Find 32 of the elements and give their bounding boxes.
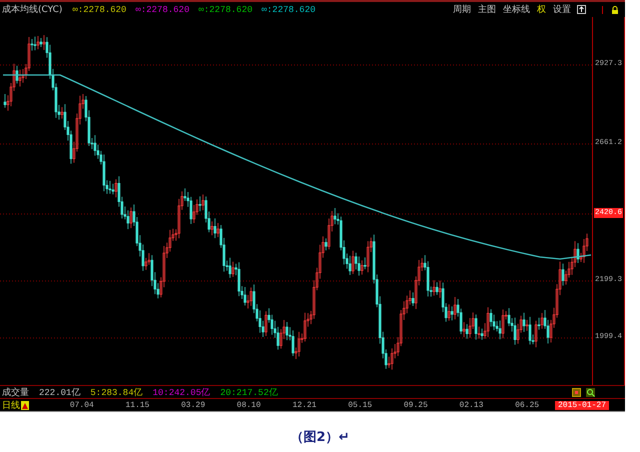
figure-caption: （图2）↵ xyxy=(290,429,350,446)
toolbar-button[interactable]: 坐标线 xyxy=(503,3,530,16)
toolbar-button[interactable]: 周期 xyxy=(453,3,471,16)
indicator-title: 成本均线(CYC) xyxy=(2,4,62,16)
axis-label: 09.25 xyxy=(404,400,428,410)
axis-label: 03.29 xyxy=(181,400,206,410)
axis-label: 12.21 xyxy=(292,400,316,410)
current-date-label: 2015-01-27 xyxy=(554,400,609,410)
axis-label: 08.10 xyxy=(236,400,261,410)
toolbar-button[interactable]: 权 xyxy=(537,3,546,16)
square-icon[interactable] xyxy=(572,388,581,396)
axis-label: 07.04 xyxy=(70,400,94,410)
zoom-icon[interactable] xyxy=(586,388,595,396)
lock-icon[interactable] xyxy=(602,6,619,14)
triangle-icon[interactable] xyxy=(21,400,29,410)
axis-label: 05.15 xyxy=(348,400,372,410)
period-button[interactable]: 日线 xyxy=(2,398,20,412)
volume-value: 222.01亿 xyxy=(39,386,80,398)
volume-title: 成交量 xyxy=(2,386,29,398)
volume-value: 10:242.05亿 xyxy=(152,386,210,398)
volume-value: 5:283.84亿 xyxy=(90,386,143,398)
volume-value: 20:217.52亿 xyxy=(220,386,278,398)
axis-label: 06.25 xyxy=(515,400,540,410)
arrow-up-icon[interactable] xyxy=(577,5,586,14)
toolbar-button[interactable]: 设置 xyxy=(553,3,571,16)
axis-label: 11.15 xyxy=(125,400,150,410)
legend-value: ∞:2278.620 xyxy=(198,4,252,14)
toolbar-button[interactable]: 主图 xyxy=(478,3,496,16)
legend-value: ∞:2278.620 xyxy=(135,4,190,14)
legend-value: ∞:2278.620 xyxy=(72,4,126,14)
legend-value: ∞:2278.620 xyxy=(262,4,316,14)
axis-label: 02.13 xyxy=(459,400,484,410)
